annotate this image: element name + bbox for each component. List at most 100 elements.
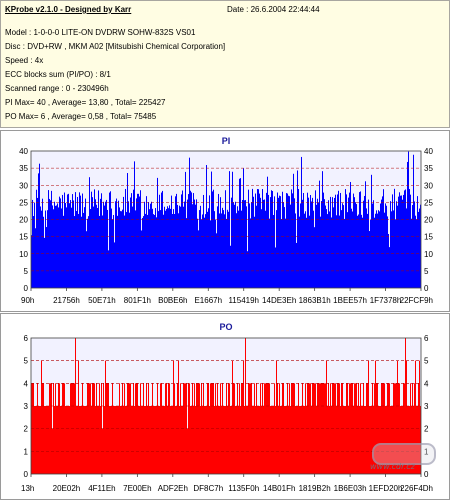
bar	[325, 205, 326, 288]
bar	[106, 199, 107, 288]
bar	[362, 217, 363, 288]
bar	[356, 204, 357, 288]
bar	[242, 200, 243, 288]
bar	[115, 406, 116, 474]
bar	[151, 201, 152, 288]
bar	[254, 216, 255, 288]
bar	[287, 193, 288, 288]
bar	[349, 383, 350, 474]
bar	[328, 200, 329, 288]
bar	[40, 206, 41, 288]
bar	[76, 210, 77, 288]
x-tick-label: 1819B2h	[299, 484, 331, 493]
model-line: Model : 1-0-0-0 LITE-ON DVDRW SOHW-832S …	[5, 28, 196, 37]
bar	[36, 406, 37, 474]
bar	[227, 406, 228, 474]
bar	[120, 211, 121, 288]
bar	[91, 406, 92, 474]
bar	[399, 192, 400, 288]
bar	[36, 189, 37, 288]
bar	[353, 193, 354, 288]
bar	[104, 205, 105, 288]
bar	[59, 196, 60, 288]
bar	[419, 208, 420, 288]
y-tick-label-right: 30	[424, 181, 433, 190]
bar	[267, 176, 268, 288]
bar	[345, 189, 346, 288]
bar	[148, 202, 149, 288]
bar	[225, 406, 226, 474]
pi-summary-line: PI Max= 40 , Average= 13,80 , Total= 225…	[5, 98, 166, 107]
bar	[190, 190, 191, 288]
bar	[354, 383, 355, 474]
bar	[168, 208, 169, 288]
bar	[335, 383, 336, 474]
bar	[182, 190, 183, 288]
bar	[251, 202, 252, 288]
app-title: KProbe v2.1.0 - Designed by Karr	[5, 5, 132, 14]
bar	[342, 203, 343, 288]
bar	[176, 406, 177, 474]
bar	[248, 189, 249, 288]
bar	[418, 211, 419, 288]
bar	[391, 211, 392, 288]
y-tick-label-left: 2	[24, 425, 29, 434]
bar	[200, 406, 201, 474]
bar	[247, 251, 248, 288]
bar	[136, 198, 137, 288]
bar	[130, 383, 131, 474]
bar	[47, 210, 48, 288]
bar	[166, 209, 167, 288]
bar	[59, 383, 60, 474]
bar	[225, 190, 226, 288]
bar	[173, 209, 174, 288]
bar	[108, 250, 109, 288]
bar	[132, 406, 133, 474]
bar	[232, 171, 233, 288]
bar	[169, 205, 170, 288]
bar	[256, 205, 257, 288]
bar	[402, 199, 403, 288]
bar	[45, 210, 46, 288]
bar	[156, 406, 157, 474]
bar	[274, 196, 275, 288]
bar	[294, 383, 295, 474]
bar	[134, 161, 135, 288]
bar	[351, 208, 352, 288]
bar	[243, 360, 244, 474]
bar	[97, 406, 98, 474]
bar	[198, 230, 199, 288]
bar	[65, 406, 66, 474]
bar	[138, 193, 139, 288]
bar	[223, 210, 224, 288]
bar	[249, 203, 250, 288]
bar	[170, 208, 171, 288]
y-tick-label-right: 0	[424, 470, 429, 479]
bar	[253, 406, 254, 474]
bar	[296, 406, 297, 474]
bar	[296, 242, 297, 288]
bar	[205, 214, 206, 288]
bar	[121, 211, 122, 288]
bar	[78, 213, 79, 288]
bar	[229, 171, 230, 288]
bar	[269, 383, 270, 474]
bar	[46, 406, 47, 474]
bar	[35, 228, 36, 288]
bar	[173, 360, 174, 474]
bar	[113, 406, 114, 474]
bar	[70, 383, 71, 474]
bar	[324, 199, 325, 288]
x-tick-label: 7E00Eh	[123, 484, 151, 493]
bar	[405, 189, 406, 288]
bar	[154, 214, 155, 288]
bar	[208, 208, 209, 288]
bar	[199, 210, 200, 288]
bar	[43, 216, 44, 288]
bar	[193, 193, 194, 288]
bar	[300, 203, 301, 288]
bar	[390, 201, 391, 288]
bar	[212, 191, 213, 288]
bar	[64, 192, 65, 288]
bar	[102, 215, 103, 288]
